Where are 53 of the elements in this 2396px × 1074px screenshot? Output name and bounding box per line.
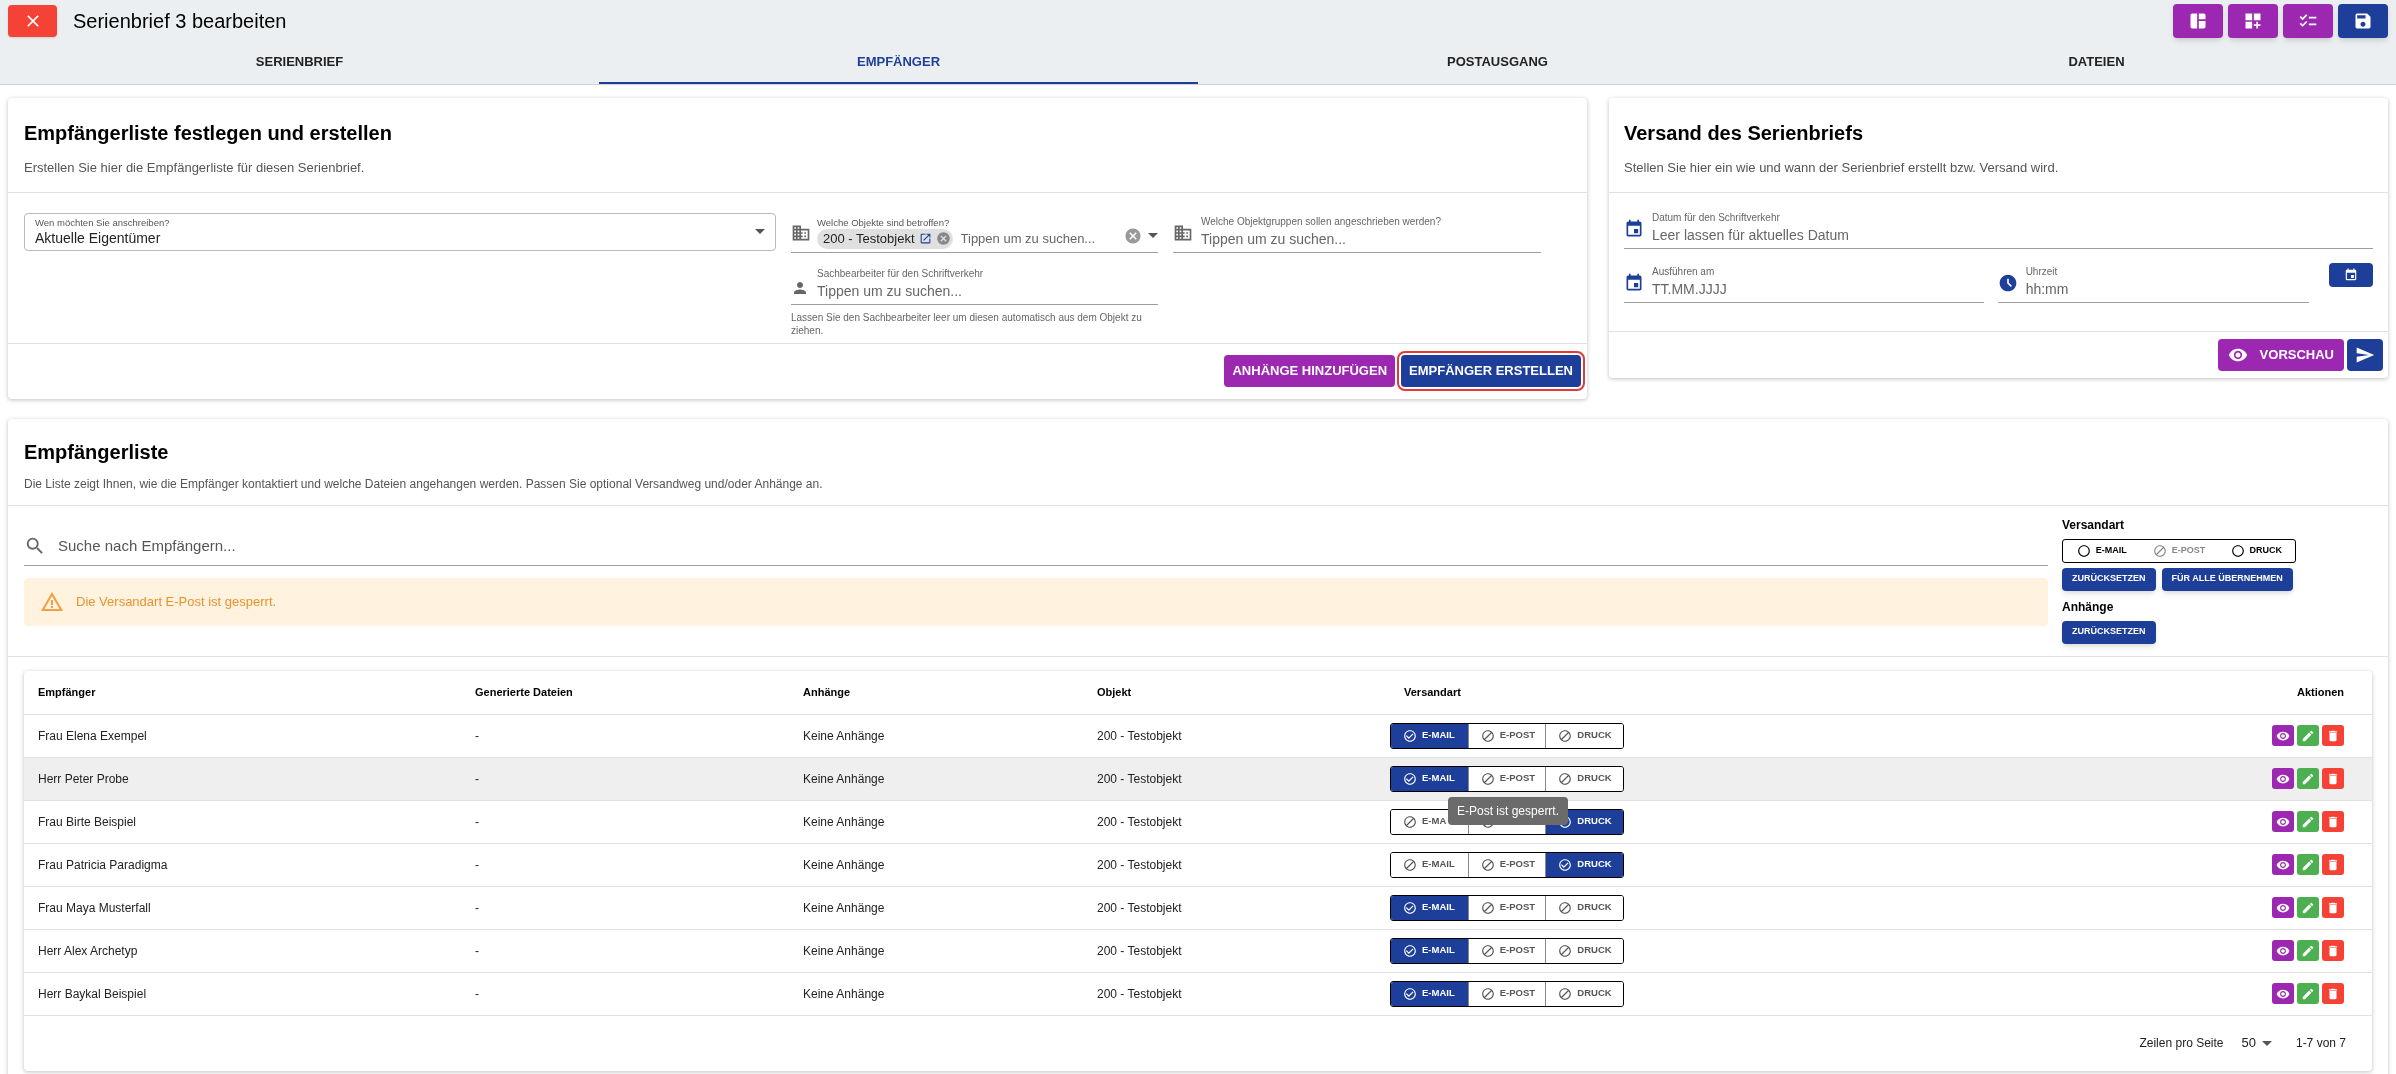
card-title: Empfängerliste festlegen und erstellen [24, 121, 393, 146]
table-cell-text: - [474, 985, 480, 1003]
table-cell-text: - [474, 899, 480, 917]
table-cell-text: 200 - Testobjekt [1096, 985, 1183, 1003]
table-cell-text: 200 - Testobjekt [1096, 942, 1183, 960]
table-cell-text: Frau Maya Musterfall [37, 899, 152, 917]
table-cell-text: - [474, 727, 480, 745]
table-cell-text: - [474, 856, 480, 874]
table-cell-text: Keine Anhänge [802, 985, 886, 1003]
table-cell-text: - [474, 813, 480, 831]
section-heading: Versandart [2062, 516, 2126, 534]
table-cell-text: Keine Anhänge [802, 942, 886, 960]
card-subtitle: Stellen Sie hier ein wie und wann der Serienbrief erstellt bzw. Versand wird. [1624, 159, 2060, 177]
helper-text: Lassen Sie den Sachbearbeiter leer um diesen automatisch aus dem Objekt zu ziehen. [791, 310, 1143, 337]
rows-per-page-label: Zeilen pro Seite [2139, 1035, 2224, 1052]
card-subtitle: Die Liste zeigt Ihnen, wie die Empfänger kontaktiert und welche Dateien angehangen werden. Passen Sie optional Versandweg und/oder Anhänge an. [24, 475, 824, 493]
card-subtitle: Erstellen Sie hier die Empfängerliste für diesen Serienbrief. [24, 159, 366, 177]
page-title: Serienbrief 3 bearbeiten [73, 9, 287, 34]
card-title: Empfängerliste [24, 439, 170, 465]
field-label: Welche Objektgruppen sollen angeschrieben werden? [1201, 214, 1441, 229]
column-header: Anhänge [802, 684, 852, 700]
table-cell-text: Frau Birte Beispiel [37, 813, 138, 831]
field-label: Sachbearbeiter für den Schriftverkehr [817, 266, 984, 281]
table-cell-text: 200 - Testobjekt [1096, 899, 1183, 917]
page-range: 1-7 von 7 [2295, 1035, 2346, 1052]
table-cell-text: Keine Anhänge [802, 813, 886, 831]
table-cell-text: Herr Peter Probe [37, 770, 130, 788]
column-header: Generierte Dateien [474, 684, 574, 700]
field-label: Ausführen am [1652, 264, 1715, 279]
tooltip: E-Post ist gesperrt. [1448, 796, 1569, 825]
card-title: Versand des Serienbriefs [1624, 121, 1864, 146]
table-cell-text: 200 - Testobjekt [1096, 856, 1183, 874]
section-heading: Anhänge [2062, 598, 2115, 616]
table-cell-text: Frau Elena Exempel [37, 727, 148, 745]
column-header: Aktionen [2296, 684, 2345, 700]
table-cell-text: Herr Alex Archetyp [37, 942, 139, 960]
table-cell-text: Herr Baykal Beispiel [37, 985, 148, 1003]
field-label: Uhrzeit [2025, 264, 2058, 279]
table-cell-text: 200 - Testobjekt [1096, 813, 1183, 831]
table-cell-text: - [474, 942, 480, 960]
table-cell-text: Frau Patricia Paradigma [37, 856, 169, 874]
column-header: Empfänger [37, 684, 97, 700]
warning-alert: Die Versandart E-Post ist gesperrt. [24, 577, 2048, 626]
table-cell-text: Keine Anhänge [802, 899, 886, 917]
field-label: Datum für den Schriftverkehr [1652, 210, 1780, 225]
table-cell-text: Keine Anhänge [802, 770, 886, 788]
column-header: Objekt [1096, 684, 1133, 700]
table-cell-text: Keine Anhänge [802, 727, 886, 745]
table-cell-text: 200 - Testobjekt [1096, 727, 1183, 745]
column-header: Versandart [1403, 684, 1462, 700]
table-cell-text: Keine Anhänge [802, 856, 886, 874]
table-cell-text: - [474, 770, 480, 788]
table-cell-text: 200 - Testobjekt [1096, 770, 1183, 788]
